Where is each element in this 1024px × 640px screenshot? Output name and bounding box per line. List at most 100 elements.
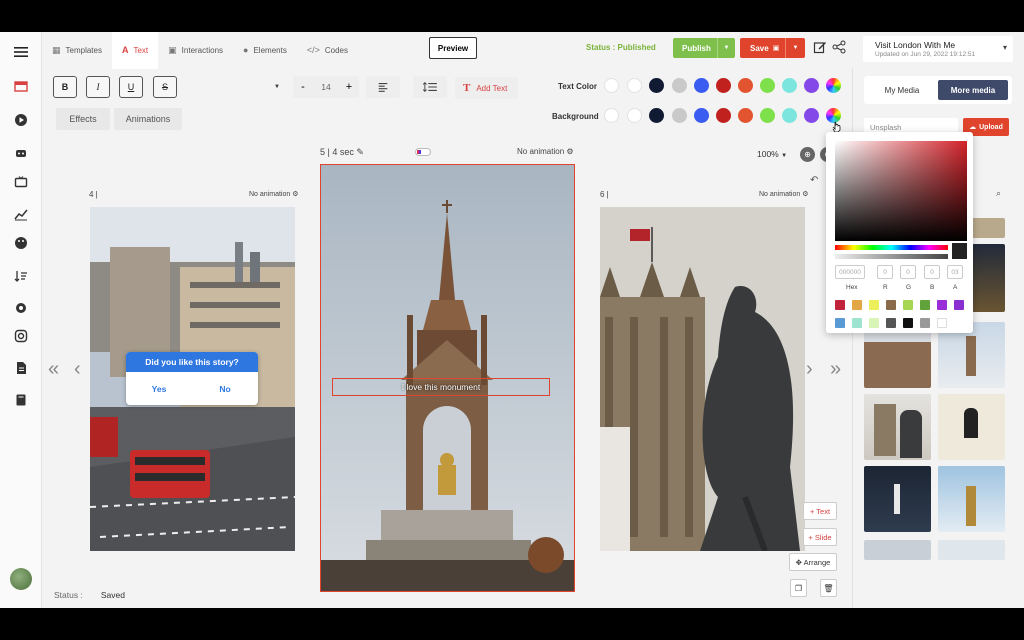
- g-input[interactable]: 0: [900, 265, 916, 279]
- menu-elements[interactable]: ● Elements: [233, 32, 297, 68]
- custom-text-color-icon[interactable]: [826, 78, 841, 93]
- menu-codes[interactable]: </> Codes: [297, 32, 358, 68]
- menu-templates[interactable]: ▦ Templates: [42, 32, 112, 68]
- search-icon[interactable]: ⌕: [996, 188, 1001, 199]
- preset-color-swatch[interactable]: [869, 318, 879, 328]
- slide-6-thumbnail[interactable]: [600, 207, 805, 551]
- document-icon[interactable]: [13, 360, 29, 376]
- font-size-value[interactable]: 14: [313, 82, 339, 92]
- text-color-swatch[interactable]: [760, 78, 775, 93]
- zoom-select[interactable]: 100% ▼: [757, 149, 787, 159]
- preset-color-swatch[interactable]: [835, 300, 845, 310]
- background-swatch[interactable]: [694, 108, 709, 123]
- text-color-swatch[interactable]: [804, 78, 819, 93]
- r-input[interactable]: 0: [877, 265, 893, 279]
- text-color-swatch[interactable]: [694, 78, 709, 93]
- share-icon[interactable]: [832, 40, 846, 54]
- preset-color-swatch[interactable]: [937, 300, 947, 310]
- prev-slide-animation[interactable]: No animation ⚙: [249, 190, 298, 198]
- alpha-slider[interactable]: [835, 254, 948, 259]
- media-thumb[interactable]: [864, 394, 931, 460]
- text-color-swatch[interactable]: [782, 78, 797, 93]
- b-input[interactable]: 0: [924, 265, 940, 279]
- background-swatch[interactable]: [760, 108, 775, 123]
- background-swatch[interactable]: [782, 108, 797, 123]
- poll-no-option[interactable]: No: [192, 384, 258, 394]
- edit-icon[interactable]: [813, 40, 827, 54]
- preset-color-swatch[interactable]: [937, 318, 947, 328]
- tab-more-media[interactable]: More media: [938, 80, 1008, 100]
- prev-slide-icon[interactable]: ‹: [74, 358, 81, 381]
- preset-color-swatch[interactable]: [903, 318, 913, 328]
- color-picker-popup[interactable]: 000000 0 0 0 03 Hex R G B A: [826, 132, 973, 333]
- current-slide-info[interactable]: 5 | 4 sec ✎: [320, 147, 364, 158]
- background-swatch[interactable]: [604, 108, 619, 123]
- saturation-value-area[interactable]: [835, 141, 967, 241]
- story-selector[interactable]: Visit London With Me Updated on Jun 29, …: [863, 36, 1013, 62]
- preset-color-swatch[interactable]: [886, 318, 896, 328]
- strikethrough-button[interactable]: S: [153, 76, 177, 98]
- publish-button[interactable]: Publish ▼: [673, 38, 735, 58]
- preset-color-swatch[interactable]: [869, 300, 879, 310]
- line-height-button[interactable]: [413, 76, 447, 98]
- next-slide-icon[interactable]: ›: [806, 358, 813, 381]
- background-swatch[interactable]: [649, 108, 664, 123]
- tv-icon[interactable]: [13, 174, 29, 190]
- analytics-icon[interactable]: [13, 206, 29, 222]
- preset-color-swatch[interactable]: [852, 318, 862, 328]
- background-swatch[interactable]: [716, 108, 731, 123]
- save-button[interactable]: Save ▣ ▼: [740, 38, 805, 58]
- text-color-swatch[interactable]: [649, 78, 664, 93]
- instagram-icon[interactable]: [13, 328, 29, 344]
- background-swatch[interactable]: [738, 108, 753, 123]
- zoom-in-icon[interactable]: ⊕: [800, 147, 815, 162]
- media-thumb[interactable]: [864, 540, 931, 560]
- overlay-text-box[interactable]: I love this monument: [332, 378, 550, 396]
- robot-icon[interactable]: [13, 145, 29, 161]
- background-swatch[interactable]: [804, 108, 819, 123]
- arrange-button[interactable]: ✥ Arrange: [789, 553, 837, 571]
- preset-color-swatch[interactable]: [920, 318, 930, 328]
- sort-icon[interactable]: [13, 268, 29, 284]
- settings-gear-icon[interactable]: [13, 300, 29, 316]
- tab-animations[interactable]: Animations: [114, 108, 182, 130]
- menu-interactions[interactable]: ▣ Interactions: [158, 32, 233, 68]
- text-color-swatch[interactable]: [627, 78, 642, 93]
- add-slide-button[interactable]: + Slide: [803, 528, 837, 546]
- text-color-swatch[interactable]: [604, 78, 619, 93]
- save-dropdown-icon[interactable]: ▼: [785, 38, 805, 58]
- font-size-stepper[interactable]: - 14 +: [293, 76, 359, 98]
- first-slide-icon[interactable]: «: [48, 358, 59, 381]
- palette-icon[interactable]: [13, 235, 29, 251]
- a-input[interactable]: 03: [947, 265, 963, 279]
- media-thumb[interactable]: [938, 466, 1005, 532]
- preset-color-swatch[interactable]: [954, 300, 964, 310]
- stories-icon[interactable]: [13, 78, 29, 94]
- preset-color-swatch[interactable]: [852, 300, 862, 310]
- last-slide-icon[interactable]: »: [830, 358, 841, 381]
- preset-color-swatch[interactable]: [920, 300, 930, 310]
- italic-button[interactable]: I: [86, 76, 110, 98]
- book-icon[interactable]: [13, 392, 29, 408]
- delete-icon[interactable]: 🗑: [820, 579, 837, 597]
- media-thumb[interactable]: [938, 394, 1005, 460]
- media-thumb[interactable]: [972, 244, 1005, 312]
- next-slide-animation[interactable]: No animation ⚙: [759, 190, 808, 198]
- background-swatch[interactable]: [627, 108, 642, 123]
- media-thumb[interactable]: [972, 218, 1005, 238]
- text-align-button[interactable]: [366, 76, 400, 98]
- user-avatar[interactable]: [10, 568, 32, 590]
- poll-widget[interactable]: Did you like this story? Yes No: [126, 352, 258, 405]
- text-color-swatch[interactable]: [738, 78, 753, 93]
- media-thumb[interactable]: [938, 540, 1005, 560]
- underline-button[interactable]: U: [119, 76, 143, 98]
- current-slide-animation[interactable]: No animation ⚙: [517, 147, 574, 156]
- menu-text[interactable]: A Text: [111, 32, 159, 68]
- hue-slider[interactable]: [835, 245, 948, 250]
- tab-my-media[interactable]: My Media: [868, 80, 936, 100]
- font-family-select[interactable]: ▼: [192, 76, 284, 98]
- add-text-button[interactable]: T Add Text: [455, 77, 518, 99]
- font-size-decrease[interactable]: -: [293, 81, 313, 93]
- hex-input[interactable]: 000000: [835, 265, 865, 279]
- preset-color-swatch[interactable]: [835, 318, 845, 328]
